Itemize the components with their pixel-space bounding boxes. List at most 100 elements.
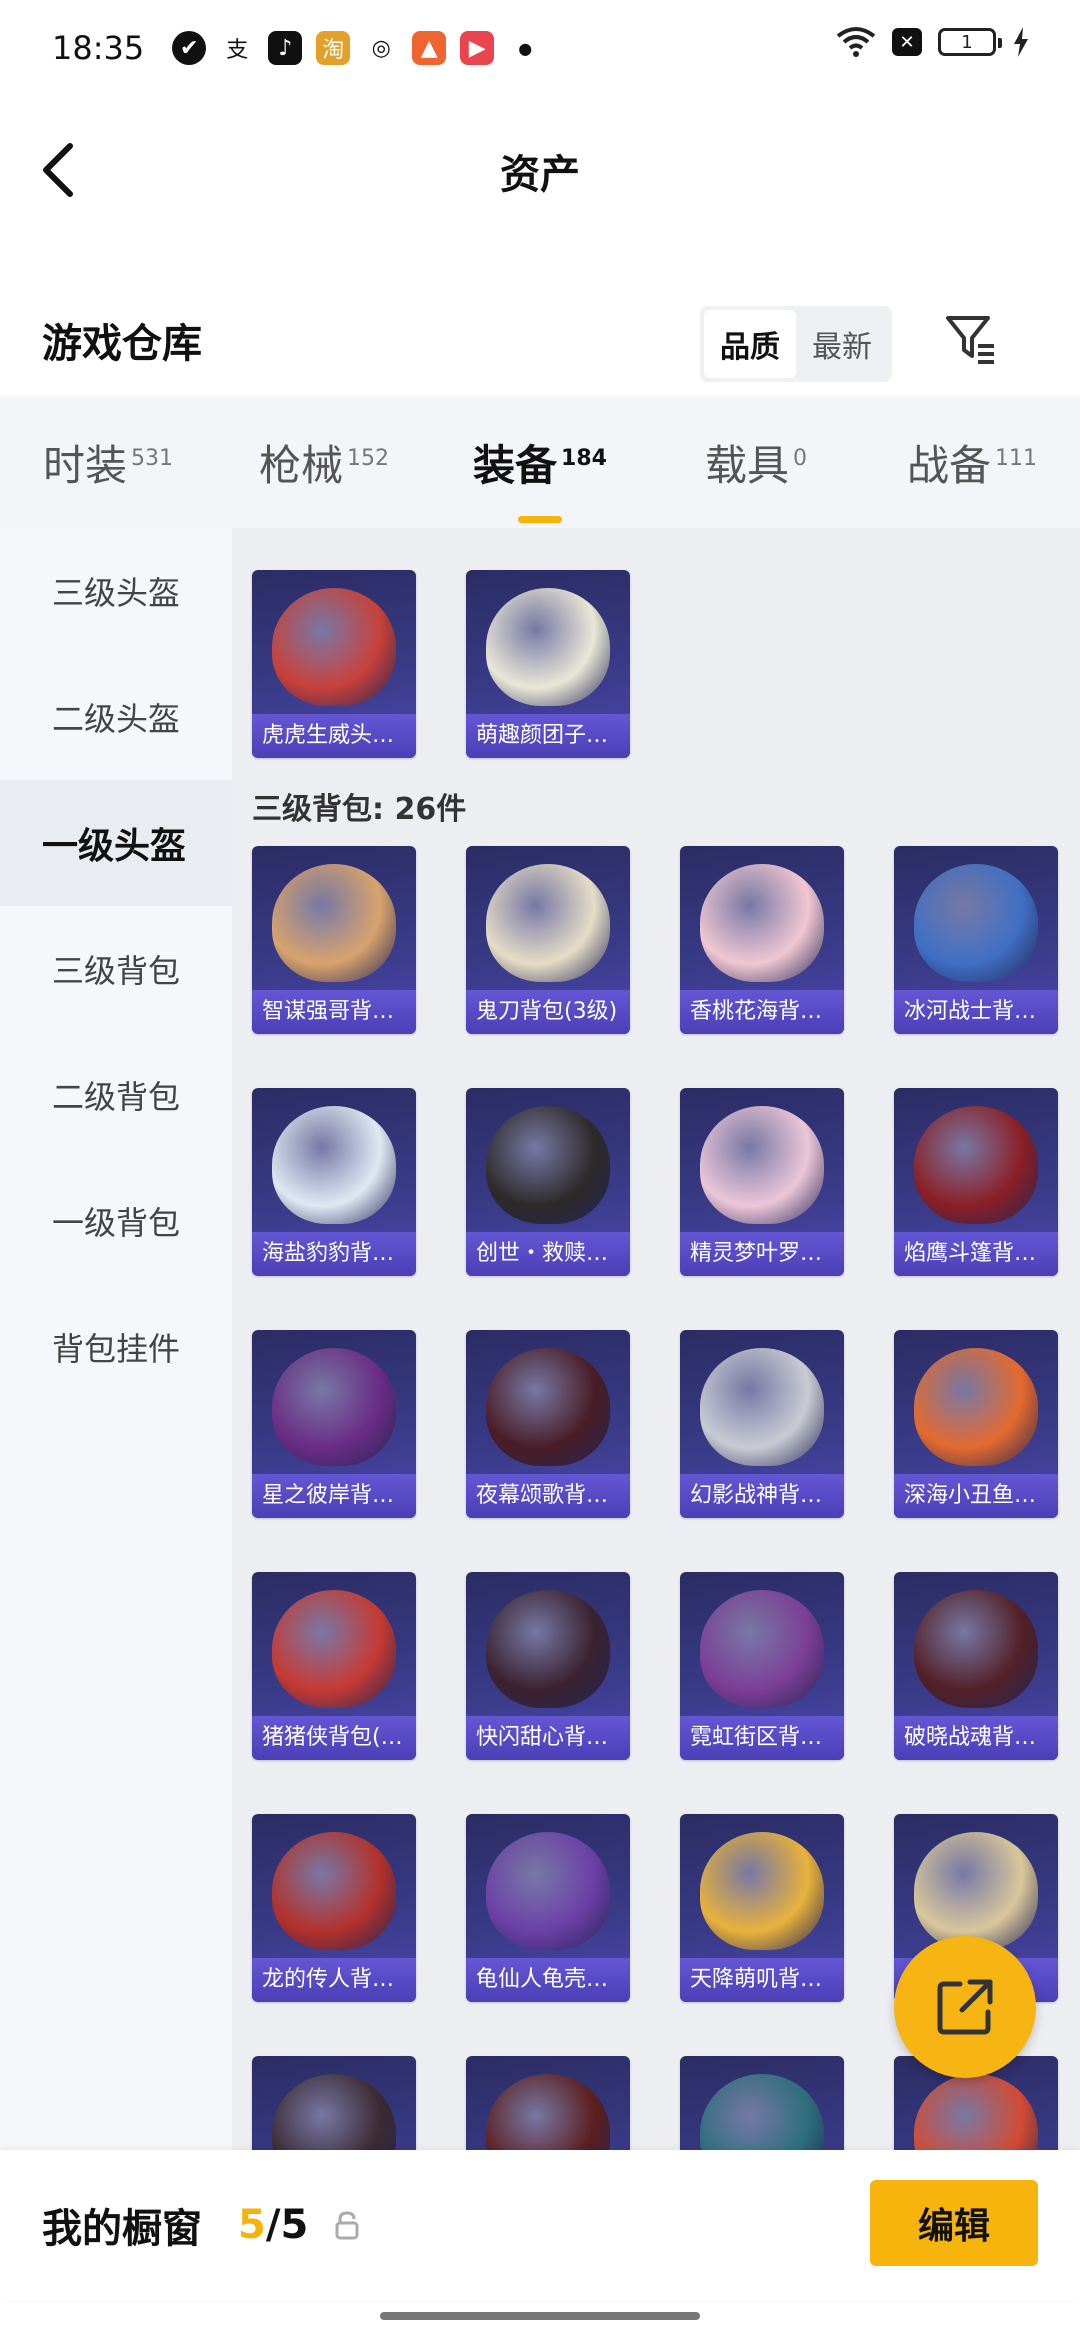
tab-count: 152 [347, 445, 389, 471]
item-name: 冰河战士背… [894, 990, 1058, 1034]
wechat-icon: ◎ [371, 35, 391, 61]
item-image [486, 1590, 610, 1708]
tab-label: 战备 [906, 440, 991, 490]
item-card[interactable]: 霓虹街区背… [680, 1572, 844, 1760]
helmet-grid: 虎虎生威头… 萌趣颜团子… [232, 570, 1080, 758]
category-tabs: 时装 531 枪械 152 装备 184 载具 0 战备 111 [0, 396, 1080, 528]
item-card[interactable]: 幻影战神背… [680, 1330, 844, 1518]
item-card[interactable]: 天降萌叽背… [680, 1814, 844, 2002]
sidebar-item-helmet-3[interactable]: 三级头盔 [0, 528, 232, 654]
item-card[interactable] [466, 2056, 630, 2150]
back-arrow-icon[interactable] [36, 140, 84, 200]
alipay-icon: 支 [226, 38, 249, 63]
item-card[interactable]: 快闪甜心背… [466, 1572, 630, 1760]
sort-latest-button[interactable]: 最新 [796, 310, 888, 378]
item-image [486, 864, 610, 982]
item-name: 龙的传人背… [252, 1958, 416, 2002]
item-image [272, 1348, 396, 1466]
system-icons: ✕ 1 [836, 26, 1030, 58]
tab-guns[interactable]: 枪械 152 [216, 432, 432, 493]
item-card[interactable]: 猪猪侠背包(… [252, 1572, 416, 1760]
item-card[interactable]: 香桃花海背… [680, 846, 844, 1034]
item-card[interactable]: 智谋强哥背… [252, 846, 416, 1034]
warehouse-header: 游戏仓库 品质 最新 [0, 290, 1080, 390]
item-image [700, 1832, 824, 1950]
tiktok-icon: ♪ [268, 31, 303, 65]
showcase-count-total: /5 [265, 2202, 309, 2248]
item-image [486, 1348, 610, 1466]
item-name: 龟仙人龟壳… [466, 1958, 630, 2002]
item-card[interactable]: 龟仙人龟壳… [466, 1814, 630, 2002]
item-image [700, 1348, 824, 1466]
item-card[interactable]: 星之彼岸背… [252, 1330, 416, 1518]
item-card[interactable]: 冰河战士背… [894, 846, 1058, 1034]
item-image [486, 2074, 610, 2150]
item-name: 深海小丑鱼… [894, 1474, 1058, 1518]
item-image [914, 1590, 1038, 1708]
edit-button[interactable]: 编辑 [870, 2180, 1038, 2266]
item-card[interactable]: 鬼刀背包(3级) [466, 846, 630, 1034]
item-image [486, 588, 610, 706]
sort-quality-button[interactable]: 品质 [704, 310, 796, 378]
tab-supplies[interactable]: 战备 111 [864, 432, 1080, 493]
item-card[interactable]: 深海小丑鱼… [894, 1330, 1058, 1518]
share-fab-button[interactable] [894, 1936, 1036, 2078]
item-grid-area: 虎虎生威头… 萌趣颜团子… 三级背包: 26件 智谋强哥背… 鬼刀背包(3级) 香桃花… [232, 528, 1080, 2150]
sidebar-item-backpack-3[interactable]: 三级背包 [0, 906, 232, 1032]
sidebar-item-backpack-charm[interactable]: 背包挂件 [0, 1284, 232, 1410]
item-card[interactable] [680, 2056, 844, 2150]
tab-vehicles[interactable]: 载具 0 [648, 432, 864, 493]
item-image [272, 1106, 396, 1224]
tab-label: 载具 [704, 440, 789, 490]
item-name: 破晓战魂背… [894, 1716, 1058, 1760]
item-image [700, 2074, 824, 2150]
item-name: 夜幕颂歌背… [466, 1474, 630, 1518]
status-time: 18:35 [52, 29, 145, 67]
item-image [914, 864, 1038, 982]
item-card[interactable]: 夜幕颂歌背… [466, 1330, 630, 1518]
item-name: 创世・救赎… [466, 1232, 630, 1276]
tab-count: 184 [561, 445, 607, 471]
item-image [700, 864, 824, 982]
sidebar-item-backpack-2[interactable]: 二级背包 [0, 1032, 232, 1158]
item-card[interactable]: 龙的传人背… [252, 1814, 416, 2002]
item-name: 海盐豹豹背… [252, 1232, 416, 1276]
item-name: 幻影战神背… [680, 1474, 844, 1518]
item-image [272, 1590, 396, 1708]
showcase-title: 我的橱窗 [42, 2206, 202, 2252]
item-name: 萌趣颜团子… [466, 714, 630, 758]
sidebar-item-backpack-1[interactable]: 一级背包 [0, 1158, 232, 1284]
item-image [914, 1832, 1038, 1950]
item-card[interactable]: 创世・救赎… [466, 1088, 630, 1276]
item-image [914, 2074, 1038, 2150]
item-image [700, 1106, 824, 1224]
sidebar-item-helmet-1[interactable]: 一级头盔 [0, 780, 232, 906]
item-name: 霓虹街区背… [680, 1716, 844, 1760]
wifi-icon [836, 27, 876, 57]
notification-icons: ✔ 支 ♪ 淘 ◎ ▲ ▶ ● [172, 31, 542, 65]
item-name: 焰鹰斗篷背… [894, 1232, 1058, 1276]
tab-count: 111 [995, 445, 1037, 471]
tab-equipment[interactable]: 装备 184 [432, 432, 648, 523]
item-card[interactable]: 焰鹰斗篷背… [894, 1088, 1058, 1276]
tab-count: 531 [131, 445, 173, 471]
item-card[interactable]: 破晓战魂背… [894, 1572, 1058, 1760]
subcategory-sidebar: 三级头盔 二级头盔 一级头盔 三级背包 二级背包 一级背包 背包挂件 [0, 528, 232, 2150]
item-image [272, 1832, 396, 1950]
item-card[interactable]: 虎虎生威头… [252, 570, 416, 758]
item-name: 快闪甜心背… [466, 1716, 630, 1760]
item-image [700, 1590, 824, 1708]
backpack-section-title: 三级背包: 26件 [252, 792, 467, 827]
status-bar: 18:35 ✔ 支 ♪ 淘 ◎ ▲ ▶ ● ✕ 1 [0, 0, 1080, 96]
video-app-icon: ▶ [460, 31, 495, 65]
item-name: 精灵梦叶罗… [680, 1232, 844, 1276]
item-card[interactable] [252, 2056, 416, 2150]
item-card[interactable]: 萌趣颜团子… [466, 570, 630, 758]
filter-icon[interactable] [942, 310, 998, 366]
item-card[interactable]: 海盐豹豹背… [252, 1088, 416, 1276]
item-card[interactable]: 精灵梦叶罗… [680, 1088, 844, 1276]
more-dot-icon: ● [518, 38, 533, 58]
tab-fashion[interactable]: 时装 531 [0, 432, 216, 493]
sidebar-item-helmet-2[interactable]: 二级头盔 [0, 654, 232, 780]
lock-icon [335, 2211, 359, 2240]
